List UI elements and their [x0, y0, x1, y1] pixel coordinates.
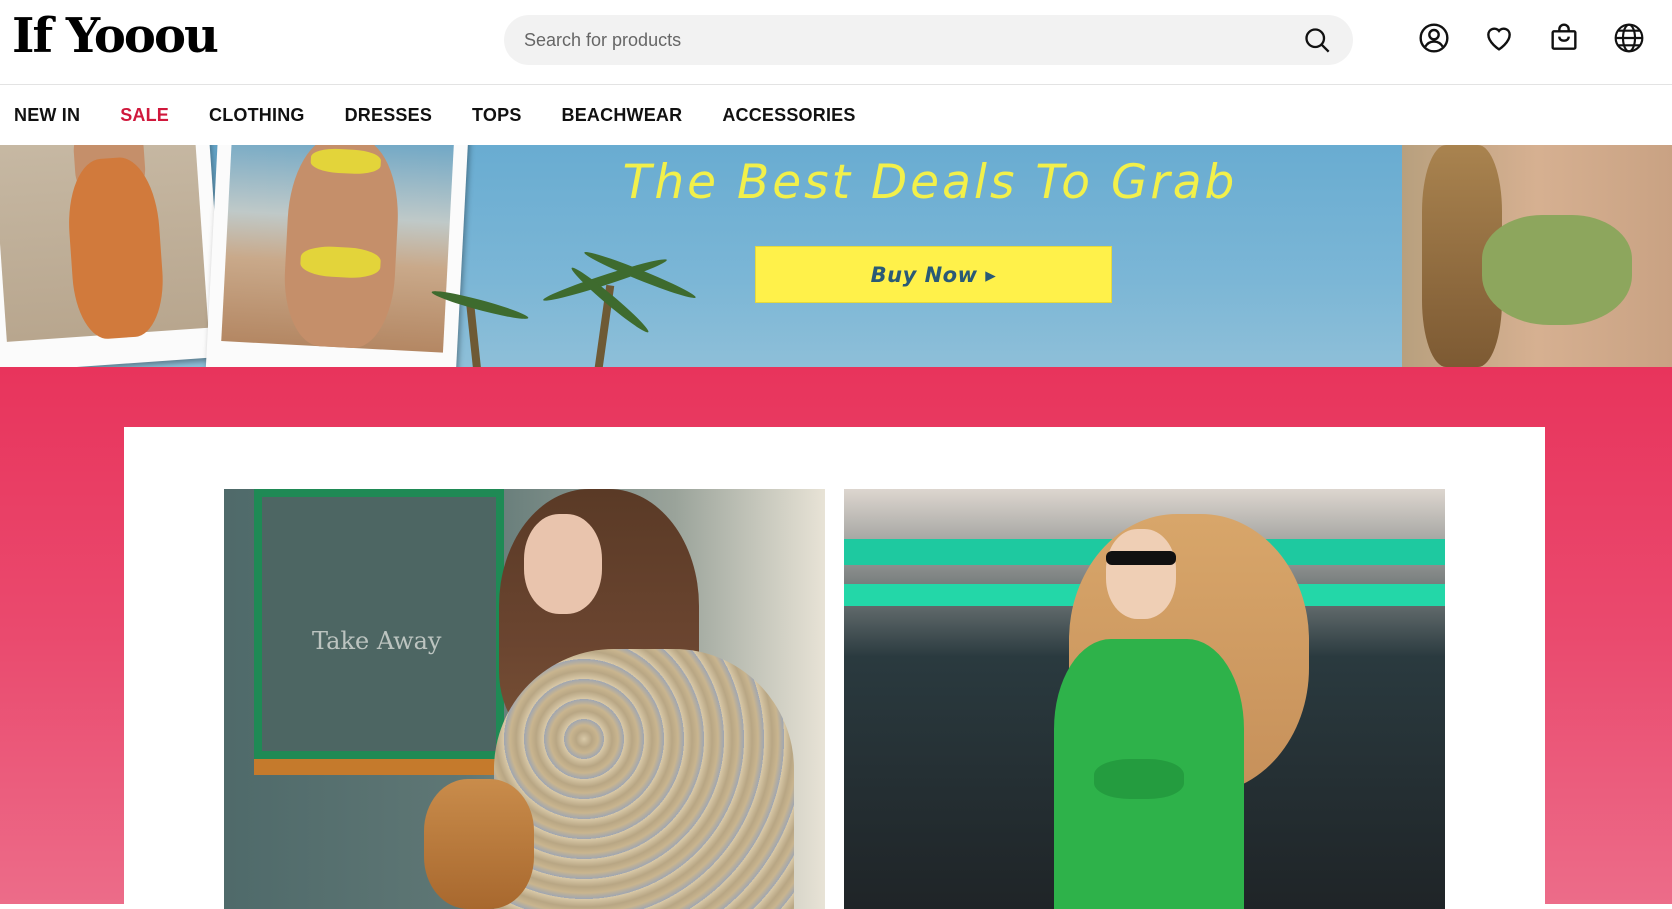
search-bar [504, 15, 1353, 65]
model-face [1106, 529, 1176, 619]
green-bikini-top [1482, 215, 1632, 325]
nav-item-sale[interactable]: SALE [120, 105, 169, 126]
header-actions [1418, 20, 1645, 56]
account-button[interactable] [1418, 20, 1450, 56]
search-icon[interactable] [1303, 26, 1331, 54]
globe-language-icon [1614, 23, 1644, 53]
shopping-bag-icon [1551, 23, 1577, 50]
banner-photo-green-bikini [1402, 145, 1672, 367]
cart-button[interactable] [1548, 20, 1580, 56]
window-sill [254, 759, 524, 775]
banner-photo-image [221, 145, 454, 353]
language-button[interactable] [1613, 20, 1645, 56]
wishlist-heart-icon [1487, 27, 1511, 51]
product-tile-paisley-dress[interactable]: Take Away [224, 489, 825, 909]
account-icon [1419, 23, 1449, 53]
nav-item-clothing[interactable]: CLOTHING [209, 105, 305, 126]
banner-title: The Best Deals To Grab [622, 155, 1238, 210]
model-face [524, 514, 602, 614]
buy-now-button[interactable]: Buy Now ▸ [755, 246, 1112, 303]
nav-item-dresses[interactable]: DRESSES [345, 105, 432, 126]
wishlist-button[interactable] [1483, 20, 1515, 56]
nav-item-accessories[interactable]: ACCESSORIES [722, 105, 855, 126]
sunglasses [1106, 551, 1176, 565]
nav-item-tops[interactable]: TOPS [472, 105, 521, 126]
banner-photo-orange-dress [0, 145, 225, 367]
shop-window: Take Away [254, 489, 504, 759]
main-navigation: NEW IN SALE CLOTHING DRESSES TOPS BEACHW… [0, 86, 1672, 145]
paisley-dress [494, 649, 794, 909]
promo-card: Take Away [124, 427, 1545, 909]
bread-bag [424, 779, 534, 909]
site-logo[interactable]: If Yooou [12, 6, 219, 66]
dress-bow [1094, 759, 1184, 799]
product-tile-green-dress[interactable] [844, 489, 1445, 909]
hero-banner[interactable]: The Best Deals To Grab Buy Now ▸ [0, 145, 1672, 367]
search-input[interactable] [524, 15, 1284, 65]
banner-photo-image [0, 145, 209, 342]
nav-item-new-in[interactable]: NEW IN [14, 105, 80, 126]
window-sign-text: Take Away [312, 627, 442, 655]
nav-item-beachwear[interactable]: BEACHWEAR [562, 105, 683, 126]
banner-photo-yellow-bikini [205, 145, 469, 367]
palm-tree-trunk [466, 304, 482, 367]
site-header: If Yooou [0, 0, 1672, 85]
orange-dress [64, 155, 167, 341]
